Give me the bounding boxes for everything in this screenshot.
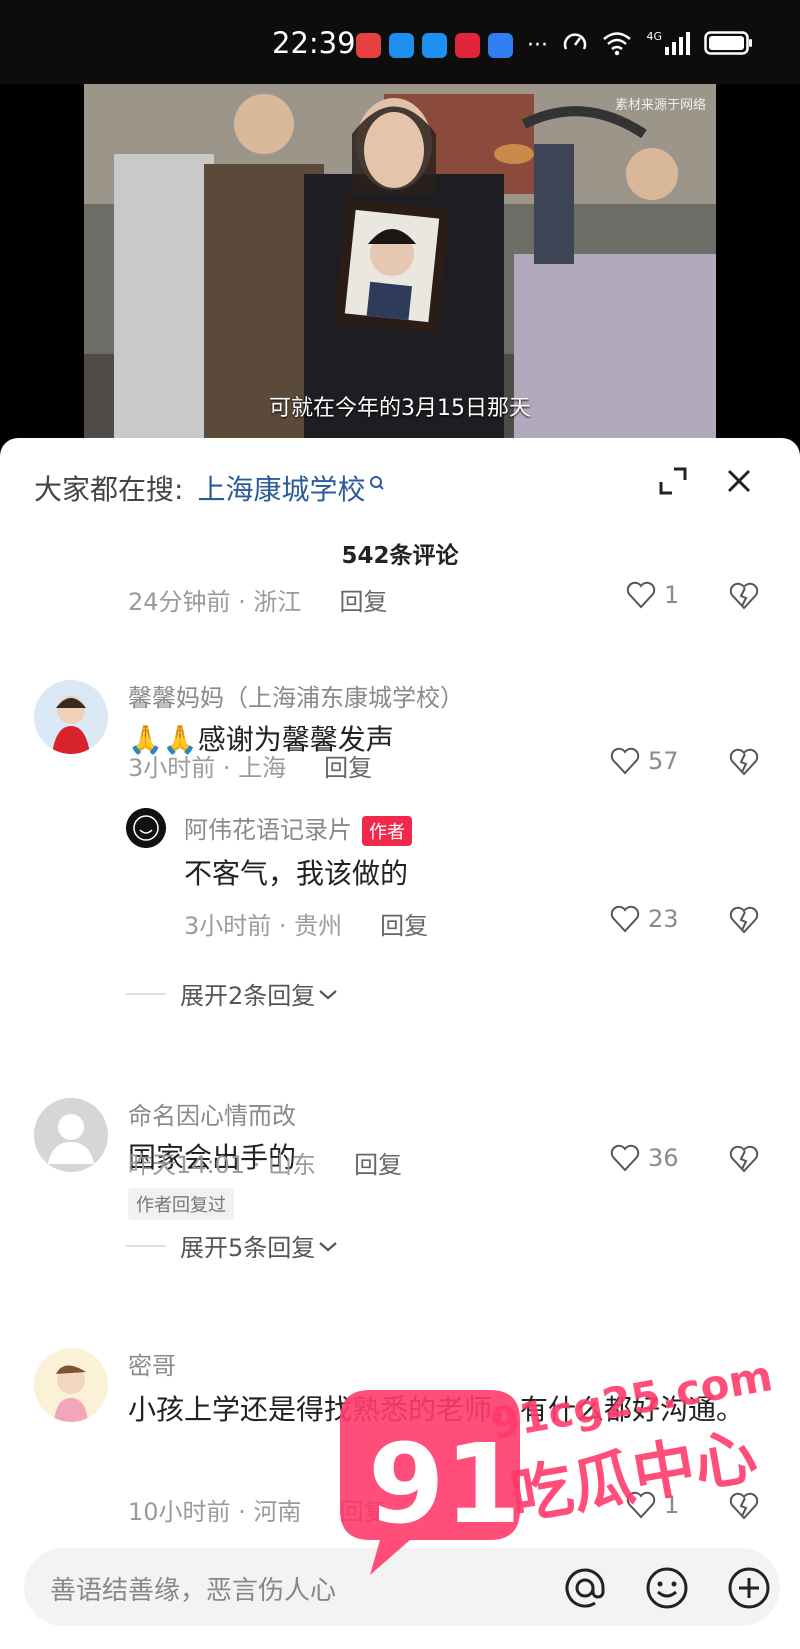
reply-button[interactable]: 回复 <box>324 748 372 783</box>
dislike-icon[interactable] <box>729 582 759 610</box>
network-type: 4G <box>646 30 662 43</box>
video-source-watermark: 素材来源于网络 <box>614 98 706 113</box>
input-actions <box>562 1565 772 1611</box>
comment-meta: 3小时前 · 上海 回复 <box>128 748 372 783</box>
like-button[interactable]: 57 <box>610 747 679 775</box>
comment-count: 542条评论 <box>341 543 459 569</box>
wifi-icon <box>603 32 632 56</box>
divider-line <box>126 1244 166 1247</box>
trending-search-label: 大家都在搜: <box>34 473 184 506</box>
reply-button[interactable]: 回复 <box>354 1145 402 1180</box>
comment-time-location: 24分钟前 · 浙江 <box>128 588 302 616</box>
video-scene-illustration <box>84 84 716 440</box>
signal-icon <box>665 32 690 55</box>
default-avatar-icon <box>34 1098 108 1172</box>
author-logo-icon <box>126 808 166 848</box>
battery-icon <box>704 31 752 55</box>
cartoon-avatar-image <box>34 1348 108 1422</box>
comment-meta: 10小时前 · 河南 回复 <box>128 1492 387 1527</box>
video-player[interactable]: 素材来源于网络 可就在今年的3月15日那天 <box>0 84 800 440</box>
like-button[interactable]: 23 <box>610 905 679 933</box>
fullscreen-expand-icon[interactable] <box>658 466 688 496</box>
avatar[interactable] <box>34 1348 108 1422</box>
comment-time-location: 昨天14:01 · 山东 <box>128 1151 317 1179</box>
reply-text: 不客气，我该做的 <box>184 857 409 890</box>
like-button[interactable]: 36 <box>610 1144 679 1172</box>
comment-input-bar: 善语结善缘，恶言伤人心 <box>0 1530 800 1649</box>
reply-button[interactable]: 回复 <box>339 1492 387 1527</box>
video-frame[interactable]: 素材来源于网络 可就在今年的3月15日那天 <box>84 84 716 440</box>
comment-input[interactable]: 善语结善缘，恶言伤人心 <box>24 1548 780 1626</box>
status-bar: 22:39 ··· 4G <box>0 0 800 84</box>
shield-app-icon <box>422 33 447 58</box>
trending-search[interactable]: 大家都在搜: 上海康城学校 <box>34 468 385 508</box>
system-indicators: 4G <box>562 30 754 56</box>
more-notifications-icon: ··· <box>527 33 548 58</box>
comment-time-location: 3小时前 · 上海 <box>128 754 287 782</box>
comment-username[interactable]: 密哥 <box>128 1346 176 1381</box>
dislike-icon[interactable] <box>729 1145 759 1173</box>
like-count: 57 <box>648 747 679 775</box>
like-count: 23 <box>648 905 679 933</box>
status-time: 22:39 <box>272 26 356 60</box>
emoji-icon[interactable] <box>644 1565 690 1611</box>
expand-replies-label: 展开5条回复 <box>180 1234 316 1262</box>
close-icon[interactable] <box>726 468 752 494</box>
like-count: 36 <box>648 1144 679 1172</box>
comment-username[interactable]: 馨馨妈妈（上海浦东康城学校） <box>128 678 464 713</box>
avatar-girl-image <box>34 680 108 754</box>
comment-sheet: 大家都在搜: 上海康城学校 542条评论 24分钟前 · 浙江 回复 1 馨馨妈… <box>0 438 800 1649</box>
trending-search-keyword[interactable]: 上海康城学校 <box>197 468 365 508</box>
like-count: 1 <box>664 1491 680 1519</box>
comment-text: 小孩上学还是得找熟悉的老师，有什么都好沟通。 <box>128 1393 745 1426</box>
comment-meta: 24分钟前 · 浙江 回复 <box>128 582 387 617</box>
avatar[interactable] <box>34 1098 108 1172</box>
like-button[interactable]: 1 <box>626 581 679 609</box>
reply-username-text[interactable]: 阿伟花语记录片 <box>184 816 352 844</box>
heart-icon <box>610 905 640 933</box>
add-icon[interactable] <box>726 1565 772 1611</box>
dislike-icon[interactable] <box>729 1492 759 1520</box>
reply-username: 阿伟花语记录片 作者 <box>184 810 412 846</box>
video-subtitle: 可就在今年的3月15日那天 <box>269 396 531 421</box>
heart-icon <box>610 747 640 775</box>
notification-app-icons: ··· <box>356 33 548 58</box>
expand-replies-button[interactable]: 展开5条回复 <box>126 1228 341 1263</box>
app-notification-icon <box>356 33 381 58</box>
expand-replies-button[interactable]: 展开2条回复 <box>126 976 341 1011</box>
author-badge: 作者 <box>362 816 412 846</box>
reply-button[interactable]: 回复 <box>339 582 387 617</box>
avatar[interactable] <box>34 680 108 754</box>
heart-icon <box>626 581 656 609</box>
browser-app-icon <box>488 33 513 58</box>
at-icon[interactable] <box>562 1565 608 1611</box>
chevron-down-icon <box>319 989 338 999</box>
reply-time-location: 3小时前 · 贵州 <box>184 912 343 940</box>
divider-line <box>126 992 166 995</box>
comment-username[interactable]: 命名因心情而改 <box>128 1096 296 1131</box>
comment-meta: 昨天14:01 · 山东 回复 <box>128 1145 402 1180</box>
heart-icon <box>610 1144 640 1172</box>
reply-meta: 3小时前 · 贵州 回复 <box>184 906 428 941</box>
expand-replies-label: 展开2条回复 <box>180 982 316 1010</box>
comment-time-location: 10小时前 · 河南 <box>128 1498 302 1526</box>
author-replied-tag: 作者回复过 <box>128 1188 234 1220</box>
red-app-icon <box>455 33 480 58</box>
comment-input-placeholder: 善语结善缘，恶言伤人心 <box>50 1576 337 1606</box>
like-count: 1 <box>664 581 680 609</box>
heart-icon <box>626 1491 656 1519</box>
message-app-icon <box>389 33 414 58</box>
chevron-down-icon <box>319 1241 338 1251</box>
speed-icon <box>564 33 587 50</box>
dislike-icon[interactable] <box>729 748 759 776</box>
reply-avatar[interactable] <box>126 808 166 848</box>
search-icon <box>370 476 385 490</box>
like-button[interactable]: 1 <box>626 1491 679 1519</box>
dislike-icon[interactable] <box>729 906 759 934</box>
reply-button[interactable]: 回复 <box>380 906 428 941</box>
